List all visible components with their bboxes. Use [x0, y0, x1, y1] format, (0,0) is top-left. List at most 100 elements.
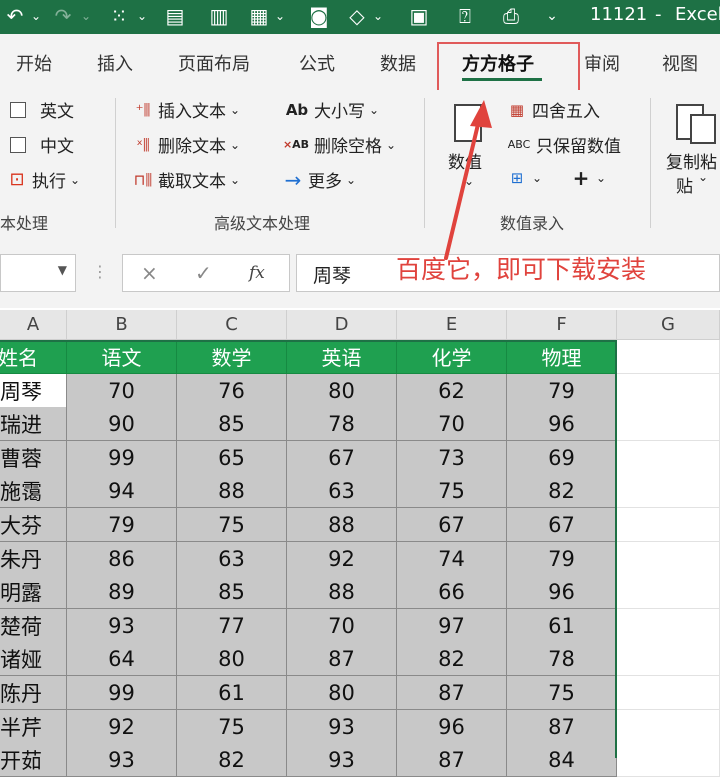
table-cell[interactable]: 86 [67, 542, 177, 576]
chevron-down-icon[interactable]: ⌄ [274, 3, 286, 29]
chinese-checkbox[interactable]: 中文 [10, 132, 74, 157]
tab-formulas[interactable]: 公式 [299, 50, 335, 76]
table-cell[interactable]: 63 [177, 542, 287, 576]
table-cell[interactable]: 75 [177, 710, 287, 744]
table-cell[interactable]: 75 [507, 676, 617, 710]
table-cell[interactable]: 朱丹 [0, 542, 67, 576]
table-cell[interactable]: 87 [397, 743, 507, 777]
copy-paste-button[interactable]: 复制粘 贴 ⌄ [660, 98, 720, 198]
table-cell[interactable]: 93 [287, 743, 397, 777]
table-cell[interactable]: 陈丹 [0, 676, 67, 710]
confirm-icon[interactable]: ✓ [195, 261, 212, 285]
empty-cell[interactable] [617, 374, 720, 408]
column-header-f[interactable]: F [507, 310, 617, 340]
table-cell[interactable]: 69 [507, 441, 617, 475]
table-cell[interactable]: 92 [287, 542, 397, 576]
empty-cell[interactable] [617, 407, 720, 441]
undo-icon[interactable]: ↶ [0, 3, 30, 29]
column-header-d[interactable]: D [287, 310, 397, 340]
table-header-cell[interactable]: 物理 [507, 340, 617, 374]
table-cell[interactable]: 半芹 [0, 710, 67, 744]
table-cell[interactable]: 85 [177, 575, 287, 609]
table-cell[interactable]: 61 [507, 609, 617, 643]
table-cell[interactable]: 63 [287, 474, 397, 508]
table-cell[interactable]: 93 [67, 743, 177, 777]
round-button[interactable]: ▦ 四舍五入 [506, 97, 600, 123]
table-cell[interactable]: 96 [397, 710, 507, 744]
table-cell[interactable]: 94 [67, 474, 177, 508]
table-cell[interactable]: 70 [397, 407, 507, 441]
table-cell[interactable]: 70 [287, 609, 397, 643]
edit-button[interactable]: ⊞ ⌄ [506, 167, 542, 189]
table-cell[interactable]: 74 [397, 542, 507, 576]
table-cell[interactable]: 90 [67, 407, 177, 441]
empty-cell[interactable] [617, 508, 720, 542]
extract-text-button[interactable]: ⊓⫼ 截取文本 ⌄ [132, 167, 240, 193]
table-cell[interactable]: 88 [287, 508, 397, 542]
empty-cell[interactable] [617, 542, 720, 576]
customize-toolbar-icon[interactable]: ⌄ [540, 3, 564, 29]
table-cell[interactable]: 66 [397, 575, 507, 609]
empty-cell[interactable] [617, 340, 720, 374]
drag-handle-icon[interactable]: ⋮ [92, 262, 108, 281]
table-cell[interactable]: 82 [397, 642, 507, 676]
table-cell[interactable]: 96 [507, 407, 617, 441]
table-cell[interactable]: 89 [67, 575, 177, 609]
dropdown-arrow-icon[interactable]: ▼ [58, 263, 67, 277]
cancel-icon[interactable]: × [141, 261, 158, 285]
textbox-icon[interactable]: ▣ [404, 3, 434, 29]
tab-data[interactable]: 数据 [380, 50, 416, 76]
table-cell[interactable]: 88 [287, 575, 397, 609]
column-header-c[interactable]: C [177, 310, 287, 340]
table-header-cell[interactable]: 数学 [177, 340, 287, 374]
tab-review[interactable]: 审阅 [584, 50, 620, 76]
table-cell[interactable]: 80 [287, 374, 397, 408]
table-cell[interactable]: 76 [177, 374, 287, 408]
table-cell[interactable]: 67 [507, 508, 617, 542]
table-cell[interactable]: 70 [67, 374, 177, 408]
table-cell[interactable]: 62 [397, 374, 507, 408]
empty-cell[interactable] [617, 642, 720, 676]
table-cell[interactable]: 大芬 [0, 508, 67, 542]
name-box[interactable]: ▼ [0, 254, 76, 292]
table-cell[interactable]: 瑞进 [0, 407, 67, 441]
column-header-a[interactable]: A [0, 310, 67, 340]
form-icon[interactable]: ▤ [160, 3, 190, 29]
table-cell[interactable]: 80 [287, 676, 397, 710]
insert-text-button[interactable]: ⁺⫼ 插入文本 ⌄ [132, 97, 240, 123]
empty-cell[interactable] [617, 743, 720, 777]
keep-values-button[interactable]: ABC 只保留数值 [506, 132, 621, 157]
table-cell[interactable]: 开茹 [0, 743, 67, 777]
chevron-down-icon[interactable]: ⌄ [136, 3, 148, 29]
table-cell[interactable]: 92 [67, 710, 177, 744]
empty-cell[interactable] [617, 474, 720, 508]
column-header-b[interactable]: B [67, 310, 177, 340]
table-cell[interactable]: 78 [287, 407, 397, 441]
table-cell[interactable]: 93 [67, 609, 177, 643]
table-cell[interactable]: 78 [507, 642, 617, 676]
shapes-icon[interactable]: ◇ [342, 3, 372, 29]
delete-space-button[interactable]: × AB 删除空格 ⌄ [282, 132, 396, 157]
english-checkbox[interactable]: 英文 [10, 97, 74, 122]
table-cell[interactable]: 明露 [0, 575, 67, 609]
print-preview-icon[interactable]: ⎙ [496, 3, 526, 29]
table-cell[interactable]: 73 [397, 441, 507, 475]
table-cell[interactable]: 79 [507, 374, 617, 408]
redo-icon[interactable]: ↷ [48, 3, 78, 29]
table-cell[interactable]: 99 [67, 676, 177, 710]
table-cell[interactable]: 99 [67, 441, 177, 475]
table-cell[interactable]: 82 [507, 474, 617, 508]
table-cell[interactable]: 曹蓉 [0, 441, 67, 475]
plus-button[interactable]: + ⌄ [570, 166, 606, 190]
execute-button[interactable]: ⊡ 执行 ⌄ [6, 167, 80, 192]
table-cell[interactable]: 75 [177, 508, 287, 542]
empty-cell[interactable] [617, 441, 720, 475]
table-cell[interactable]: 84 [507, 743, 617, 777]
numeric-entry-button[interactable]: 数值 ⌄ [440, 98, 496, 198]
table-cell[interactable]: 楚荷 [0, 609, 67, 643]
help-icon[interactable]: ⍰ [450, 3, 480, 29]
table-cell[interactable]: 79 [67, 508, 177, 542]
empty-cell[interactable] [617, 575, 720, 609]
table-cell[interactable]: 65 [177, 441, 287, 475]
empty-cell[interactable] [617, 609, 720, 643]
